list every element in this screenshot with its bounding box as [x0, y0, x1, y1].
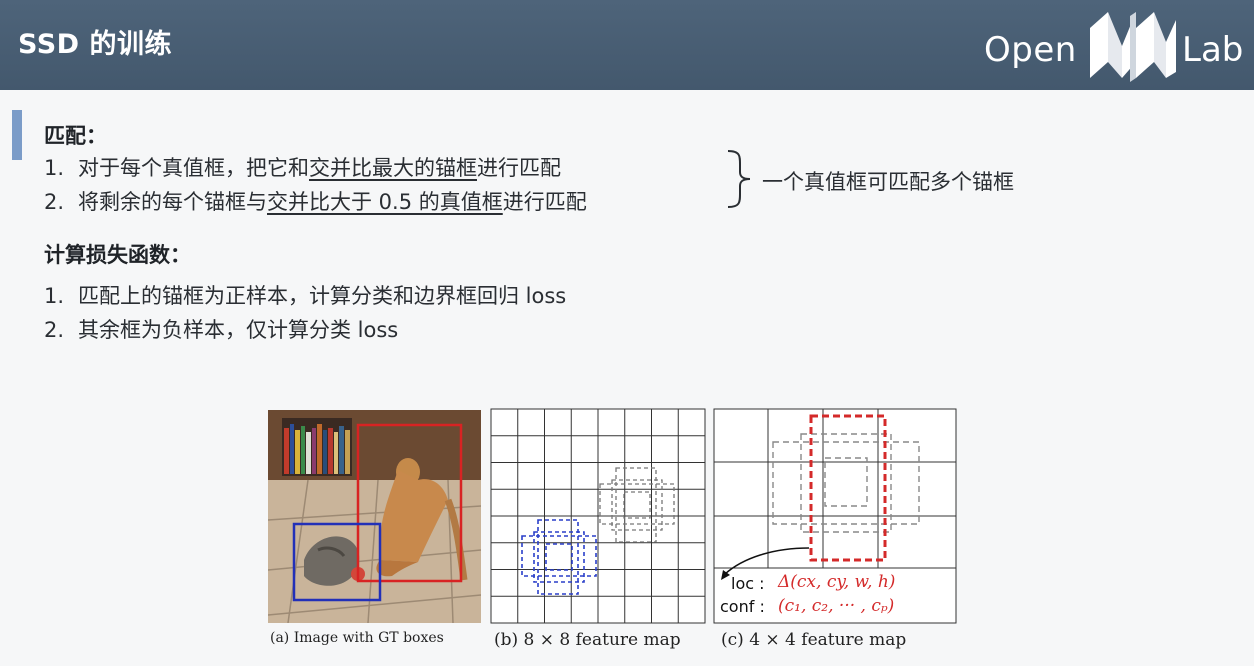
curly-brace: [727, 150, 751, 208]
caption-c: (c) 4 × 4 feature map: [721, 630, 907, 650]
loc-label: loc :: [731, 574, 765, 593]
list-number: 1.: [44, 284, 65, 308]
matching-heading: 匹配：: [44, 124, 107, 148]
loss-item-1-text: 匹配上的锚框为正样本，计算分类和边界框回归 loss: [78, 284, 567, 308]
loc-formula: Δ(cx, cy, w, h): [778, 572, 896, 592]
loss-heading: 计算损失函数：: [44, 243, 191, 267]
matching-item-1: 1. 对于每个真值框，把它和交并比最大的锚框进行匹配: [44, 152, 561, 182]
matching-item-1-pre: 对于每个真值框，把它和: [78, 156, 309, 180]
matching-item-2-pre: 将剩余的每个锚框与: [78, 190, 267, 214]
feature-map-8x8: [490, 408, 706, 624]
matching-item-2: 2. 将剩余的每个锚框与交并比大于 0.5 的真值框进行匹配: [44, 186, 587, 216]
loss-item-1: 1. 匹配上的锚框为正样本，计算分类和边界框回归 loss: [44, 280, 566, 310]
conf-formula: (c₁, c₂, ··· , cₚ): [778, 596, 895, 616]
list-number: 2.: [44, 190, 65, 214]
matching-note: 一个真值框可匹配多个锚框: [762, 170, 1014, 194]
caption-a: (a) Image with GT boxes: [270, 630, 444, 646]
loss-item-2: 2. 其余框为负样本，仅计算分类 loss: [44, 314, 398, 344]
caption-b: (b) 8 × 8 feature map: [494, 630, 681, 650]
list-number: 2.: [44, 318, 65, 342]
gt-boxes-photo: [268, 410, 481, 623]
conf-label: conf :: [720, 597, 765, 616]
slide-body: 匹配： 1. 对于每个真值框，把它和交并比最大的锚框进行匹配 2. 将剩余的每个锚框…: [0, 0, 1254, 666]
list-number: 1.: [44, 156, 65, 180]
matching-item-2-underlined: 交并比大于 0.5 的真值框: [267, 190, 503, 214]
matching-item-2-post: 进行匹配: [502, 190, 587, 214]
matching-item-1-post: 进行匹配: [477, 156, 561, 180]
loss-item-2-text: 其余框为负样本，仅计算分类 loss: [78, 318, 399, 342]
matching-item-1-underlined: 交并比最大的锚框: [309, 156, 477, 180]
